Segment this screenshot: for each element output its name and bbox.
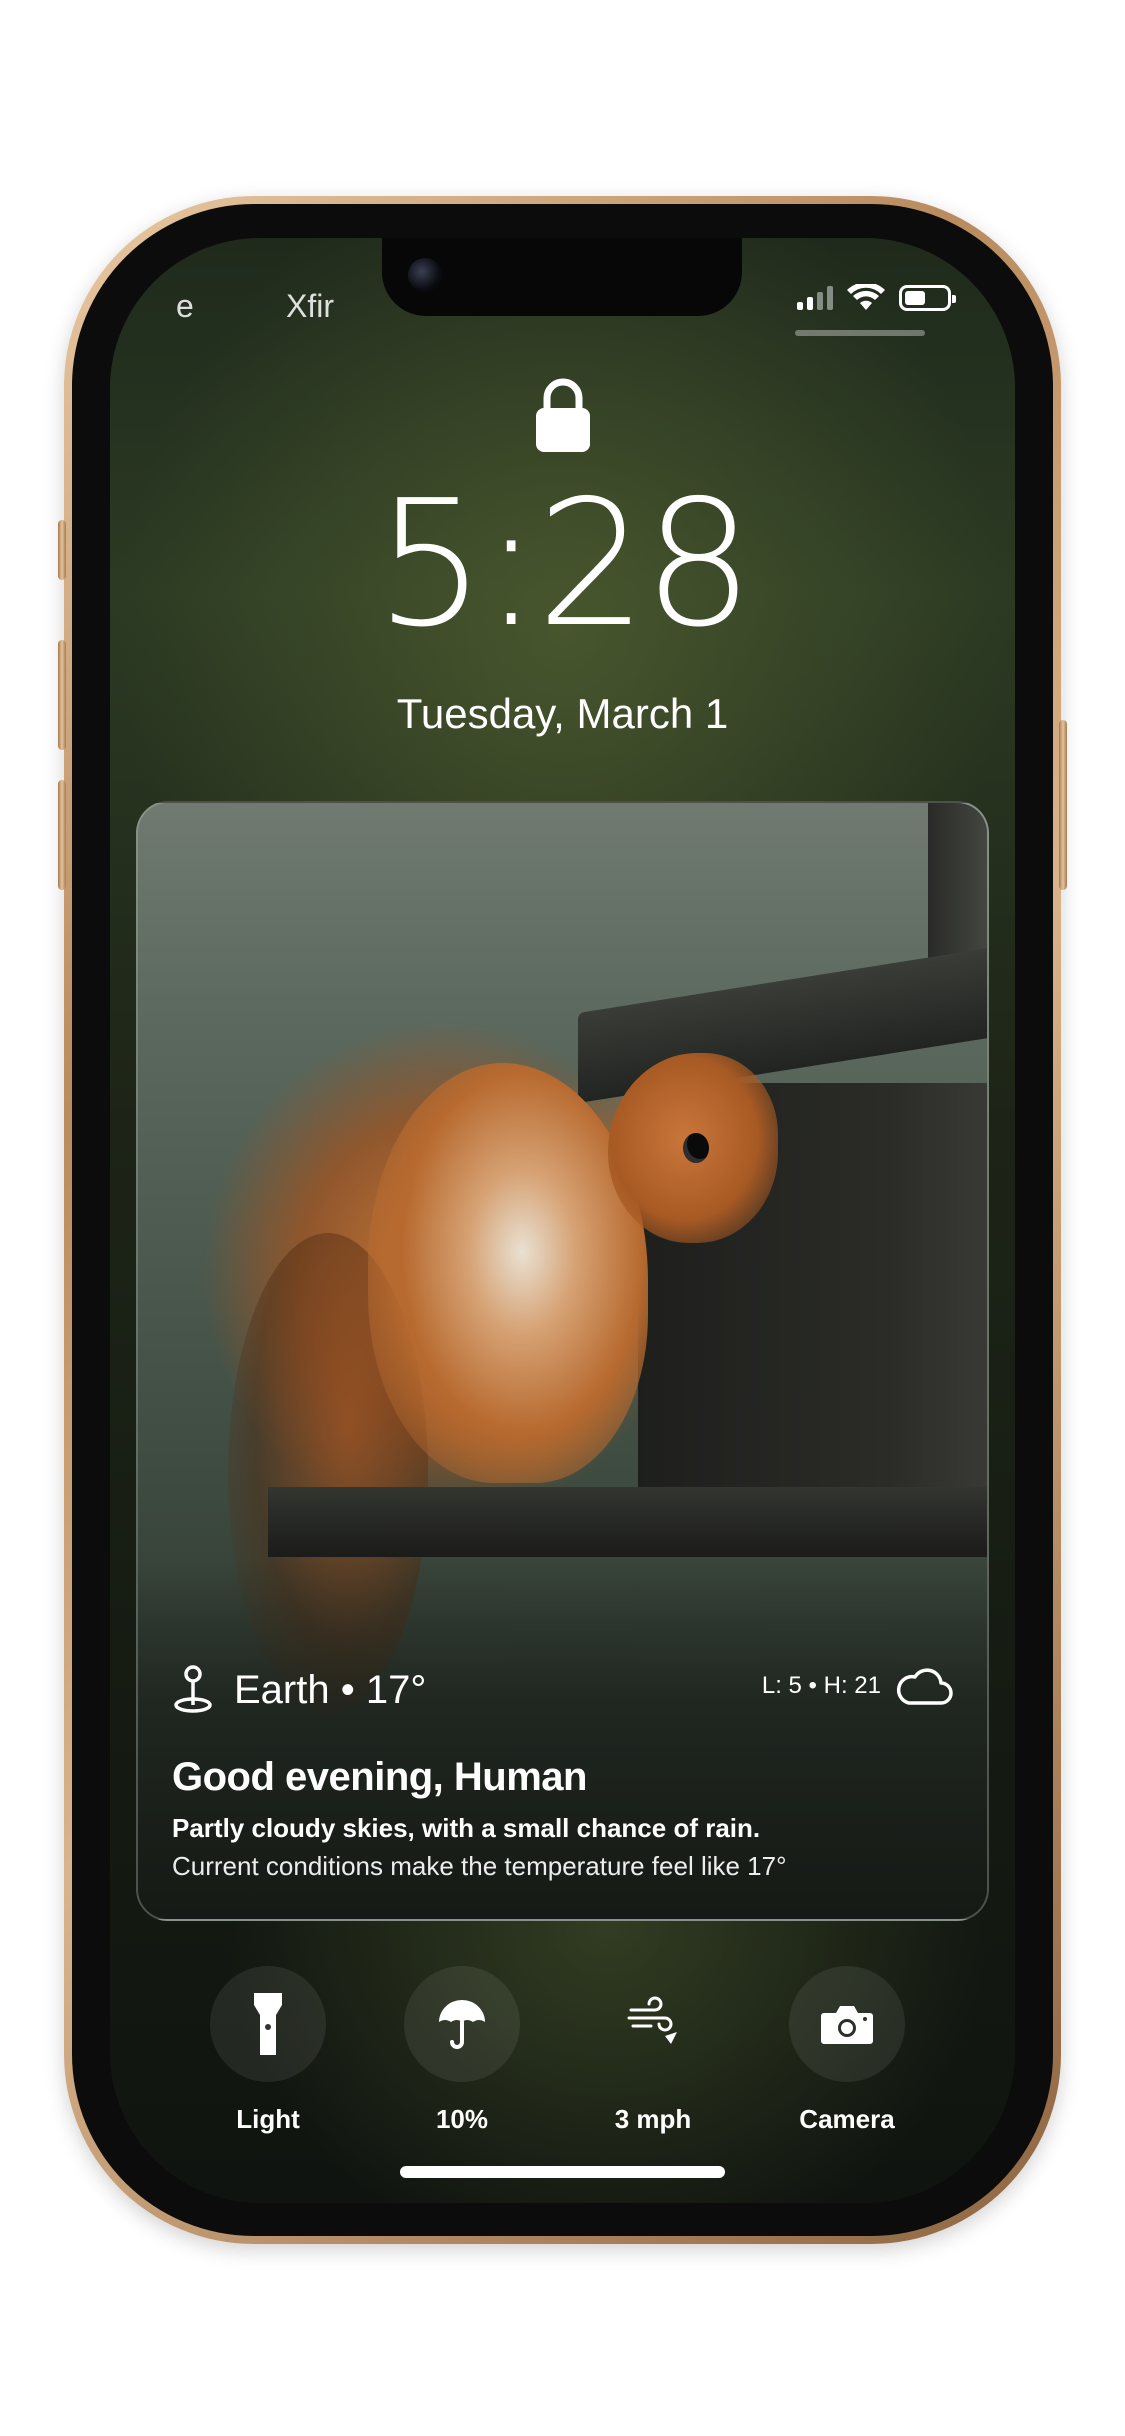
volume-up-button [58, 640, 66, 750]
feeder-shelf [268, 1487, 987, 1557]
volume-down-button [58, 780, 66, 890]
flashlight-label: Light [236, 2104, 300, 2134]
squirrel-eye [683, 1133, 709, 1163]
carrier-name: Xfir [286, 288, 334, 324]
flashlight-icon [254, 1993, 282, 2055]
battery-icon [899, 285, 956, 311]
cloud-icon [896, 1668, 953, 1705]
precipitation-button[interactable]: 10% [377, 1966, 547, 2135]
lock-screen-date: Tuesday, March 1 [396, 690, 729, 737]
precipitation-button-circle[interactable] [404, 1966, 520, 2082]
power-button [1059, 720, 1067, 890]
flashlight-button[interactable]: Light [183, 1966, 353, 2135]
wind-icon [627, 1996, 677, 2044]
wind-speed-label: 3 mph [614, 2104, 692, 2134]
forecast-summary: Partly cloudy skies, with a small chance… [172, 1813, 761, 1843]
lock-screen: e Xfir 5:28 Tuesday, March 1 Earth • 17°… [110, 238, 1015, 2203]
low-high-text: L: 5 • H: 21 [761, 1672, 881, 1699]
location-row: Earth • 17° [172, 1665, 426, 1715]
lock-icon [536, 378, 590, 452]
home-indicator[interactable] [400, 2166, 725, 2178]
camera-button-circle[interactable] [789, 1966, 905, 2082]
front-camera [408, 258, 442, 292]
temperature-range: L: 5 • H: 21 [762, 1665, 953, 1707]
weather-widget[interactable]: Earth • 17° L: 5 • H: 21 Good evening, H… [136, 801, 989, 1921]
wifi-icon [847, 284, 885, 310]
feeder-post [928, 803, 987, 973]
greeting: Good evening, Human [172, 1755, 587, 1799]
camera-label: Camera [799, 2104, 895, 2134]
location-pin-icon [174, 1665, 212, 1713]
squirrel-body [368, 1063, 648, 1483]
lock-screen-time: 5:28 [375, 463, 754, 666]
umbrella-icon [439, 2000, 485, 2049]
silent-switch [58, 520, 66, 580]
flashlight-button-circle[interactable] [210, 1966, 326, 2082]
location-temperature: Earth • 17° [234, 1667, 427, 1712]
status-icons [797, 284, 956, 312]
camera-button[interactable]: Camera [762, 1966, 932, 2135]
camera-icon [821, 2006, 873, 2044]
wind-button-circle[interactable] [595, 1966, 711, 2082]
carrier-left: e [176, 288, 194, 324]
quick-actions: Light 10% 3 mph Camera [110, 1966, 1015, 2166]
precipitation-label: 10% [435, 2104, 489, 2134]
control-center-indicator[interactable] [795, 330, 925, 336]
cellular-signal-icon [797, 286, 833, 310]
wind-button[interactable]: 3 mph [568, 1966, 738, 2135]
feels-like-text: Current conditions make the temperature … [172, 1851, 787, 1881]
